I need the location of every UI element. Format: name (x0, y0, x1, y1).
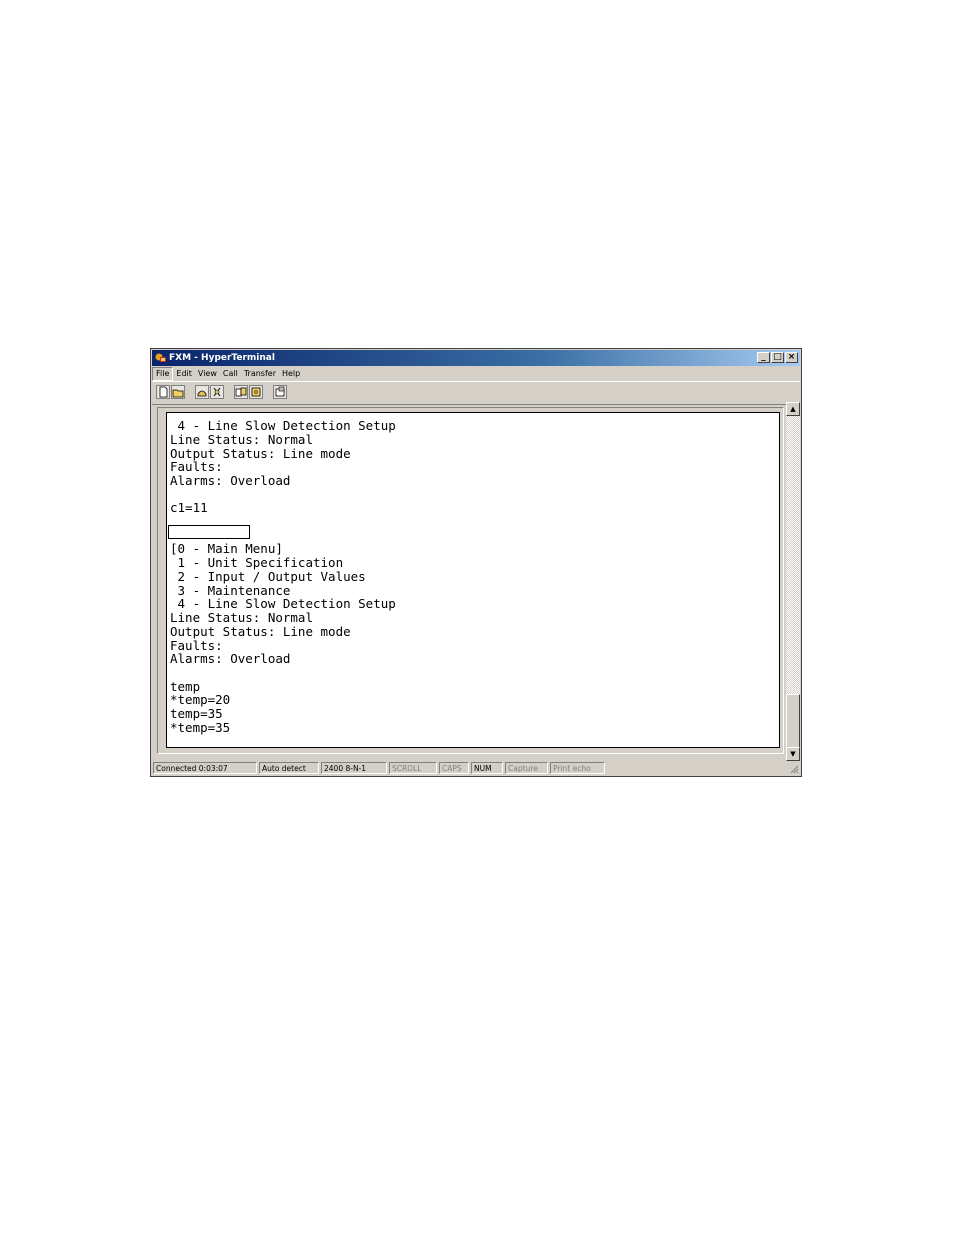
terminal-line: [0 - Main Menu] (170, 541, 283, 556)
terminal-line: 4 - Line Slow Detection Setup (170, 418, 396, 433)
title-bar[interactable]: FXM - HyperTerminal _ □ × (152, 350, 800, 366)
menu-transfer[interactable]: Transfer (241, 367, 279, 381)
terminal-line: Line Status: Normal (170, 610, 313, 625)
menu-bar: File Edit View Call Transfer Help (152, 367, 800, 381)
terminal-line: Faults: (170, 459, 223, 474)
menu-view[interactable]: View (195, 367, 220, 381)
terminal-line: *temp=35 (170, 720, 231, 735)
status-print-echo: Print echo (550, 762, 605, 774)
terminal-line: Output Status: Line mode (170, 624, 351, 639)
menu-edit[interactable]: Edit (173, 367, 195, 381)
scroll-down-button[interactable]: ▼ (786, 747, 800, 761)
terminal-line: 4 - Line Slow Detection Setup (170, 596, 396, 611)
status-bar: Connected 0:03:07 Auto detect 2400 8-N-1… (152, 761, 800, 775)
call-icon[interactable] (195, 385, 209, 399)
status-scroll: SCROLL (389, 762, 437, 774)
scrollbar-thumb[interactable] (786, 694, 800, 748)
minimize-button[interactable]: _ (757, 352, 770, 363)
terminal-line: Alarms: Overload (170, 651, 291, 666)
send-icon[interactable] (234, 385, 248, 399)
new-icon[interactable] (156, 385, 170, 399)
status-capture: Capture (505, 762, 548, 774)
terminal-line: Alarms: Overload (170, 473, 291, 488)
terminal-line: temp=35 (170, 706, 223, 721)
toolbar (152, 381, 800, 405)
status-caps: CAPS (439, 762, 469, 774)
window-title: FXM - HyperTerminal (169, 353, 275, 363)
terminal-line: *temp=20 (170, 692, 231, 707)
status-num: NUM (471, 762, 503, 774)
status-settings: 2400 8-N-1 (321, 762, 387, 774)
terminal-line: c1=11 (170, 500, 208, 515)
status-detect: Auto detect (259, 762, 319, 774)
terminal-line: Line Status: Normal (170, 432, 313, 447)
hyperterminal-window: FXM - HyperTerminal _ □ × File Edit View Ca… (150, 348, 802, 777)
open-icon[interactable] (171, 385, 185, 399)
resize-grip-icon[interactable] (789, 764, 799, 774)
maximize-button[interactable]: □ (771, 352, 784, 363)
menu-call[interactable]: Call (220, 367, 241, 381)
menu-file[interactable]: File (152, 367, 174, 381)
hyperterminal-app-icon (155, 353, 166, 362)
status-connected: Connected 0:03:07 (153, 762, 257, 774)
text-selection-box (168, 525, 250, 539)
vertical-scrollbar[interactable]: ▲ ▼ (786, 402, 800, 761)
terminal-line: 2 - Input / Output Values (170, 569, 366, 584)
disconnect-icon[interactable] (210, 385, 224, 399)
properties-icon[interactable] (273, 385, 287, 399)
scroll-up-button[interactable]: ▲ (786, 402, 800, 416)
receive-icon[interactable] (249, 385, 263, 399)
menu-help[interactable]: Help (279, 367, 303, 381)
close-button[interactable]: × (785, 352, 798, 363)
terminal-screen[interactable]: 4 - Line Slow Detection Setup Line Statu… (166, 412, 780, 748)
terminal-frame: 4 - Line Slow Detection Setup Line Statu… (157, 407, 784, 754)
terminal-line: 1 - Unit Specification (170, 555, 344, 570)
